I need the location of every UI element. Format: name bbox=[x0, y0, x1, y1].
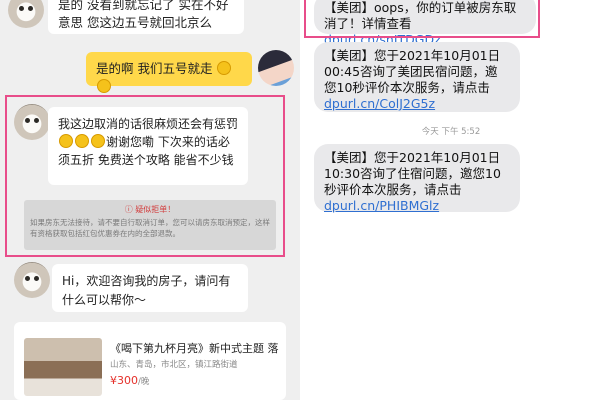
chat-message-text: 我这边取消的话很麻烦还会有惩罚 bbox=[58, 117, 239, 131]
cry-emoji-icon bbox=[97, 79, 111, 93]
warning-icon: ⓘ bbox=[124, 205, 133, 214]
chat-panel: 是的 没看到就忘记了 实在不好意思 您这边五号就回北京么 是的啊 我们五号就走 … bbox=[0, 0, 300, 400]
message-timestamp: 今天 下午 5:52 bbox=[421, 127, 481, 137]
warning-text: 如果房东无法接待，请不要自行取消订单，您可以请房东取消预定，这样有资格获取包括红… bbox=[30, 218, 270, 238]
chat-message-text: 是的啊 我们五号就走 bbox=[96, 61, 213, 76]
refusal-warning: ⓘ 疑似拒单！ 如果房东无法接待，请不要自行取消订单，您可以请房东取消预定，这样… bbox=[24, 200, 276, 250]
chat-message-text: Hi，欢迎咨询我的房子，请问有什么可以帮你～ bbox=[62, 274, 231, 307]
sms-text: 【美团】您于2021年10月01日00:45咨询了美团民宿问题，邀您10秒评价本… bbox=[324, 48, 501, 95]
listing-price: ¥300/晚 bbox=[110, 374, 149, 387]
host-avatar[interactable] bbox=[14, 104, 50, 140]
chat-bubble-host: Hi，欢迎咨询我的房子，请问有什么可以帮你～ bbox=[52, 264, 248, 312]
price-unit: /晚 bbox=[138, 377, 150, 387]
host-avatar[interactable] bbox=[14, 262, 50, 298]
listing-location: 山东、青岛，市北区，镇江路街道 bbox=[110, 360, 238, 370]
sms-message: 【美团】您于2021年10月01日00:45咨询了美团民宿问题，邀您10秒评价本… bbox=[314, 42, 520, 112]
cry-emoji-icon bbox=[75, 134, 89, 148]
host-avatar[interactable] bbox=[8, 0, 44, 28]
cry-emoji-icon bbox=[59, 134, 73, 148]
chat-bubble-host: 我这边取消的话很麻烦还会有惩罚谢谢您嘞 下次来的话必须五折 免费送个攻略 能省不… bbox=[48, 107, 248, 185]
sms-panel: 【美团】oops，你的订单被房东取消了！详情查看 dpurl.cn/snITDG… bbox=[302, 0, 600, 400]
price-value: ¥300 bbox=[110, 374, 138, 387]
chat-bubble-self: 是的啊 我们五号就走 bbox=[86, 52, 252, 93]
highlight-box bbox=[304, 0, 540, 38]
sms-link[interactable]: dpurl.cn/PHIBMGlz bbox=[324, 198, 439, 213]
warning-title: ⓘ 疑似拒单！ bbox=[124, 205, 176, 214]
listing-photo bbox=[24, 338, 102, 396]
chat-bubble-host: 是的 没看到就忘记了 实在不好意思 您这边五号就回北京么 bbox=[48, 0, 244, 34]
sms-text: 【美团】您于2021年10月01日10:30咨询了住宿问题，邀您10秒评价本次服… bbox=[324, 150, 501, 197]
self-avatar[interactable] bbox=[258, 50, 294, 86]
chat-message-text: 是的 没看到就忘记了 实在不好意思 您这边五号就回北京么 bbox=[58, 0, 229, 30]
listing-title: 《喝下第九杯月亮》新中式主题 落 bbox=[110, 342, 279, 355]
sms-link[interactable]: dpurl.cn/ColJ2G5z bbox=[324, 96, 435, 111]
listing-card[interactable]: 《喝下第九杯月亮》新中式主题 落 山东、青岛，市北区，镇江路街道 ¥300/晚 bbox=[14, 322, 286, 400]
sms-message: 【美团】您于2021年10月01日10:30咨询了住宿问题，邀您10秒评价本次服… bbox=[314, 144, 520, 213]
cry-emoji-icon bbox=[91, 134, 105, 148]
cry-emoji-icon bbox=[217, 61, 232, 75]
